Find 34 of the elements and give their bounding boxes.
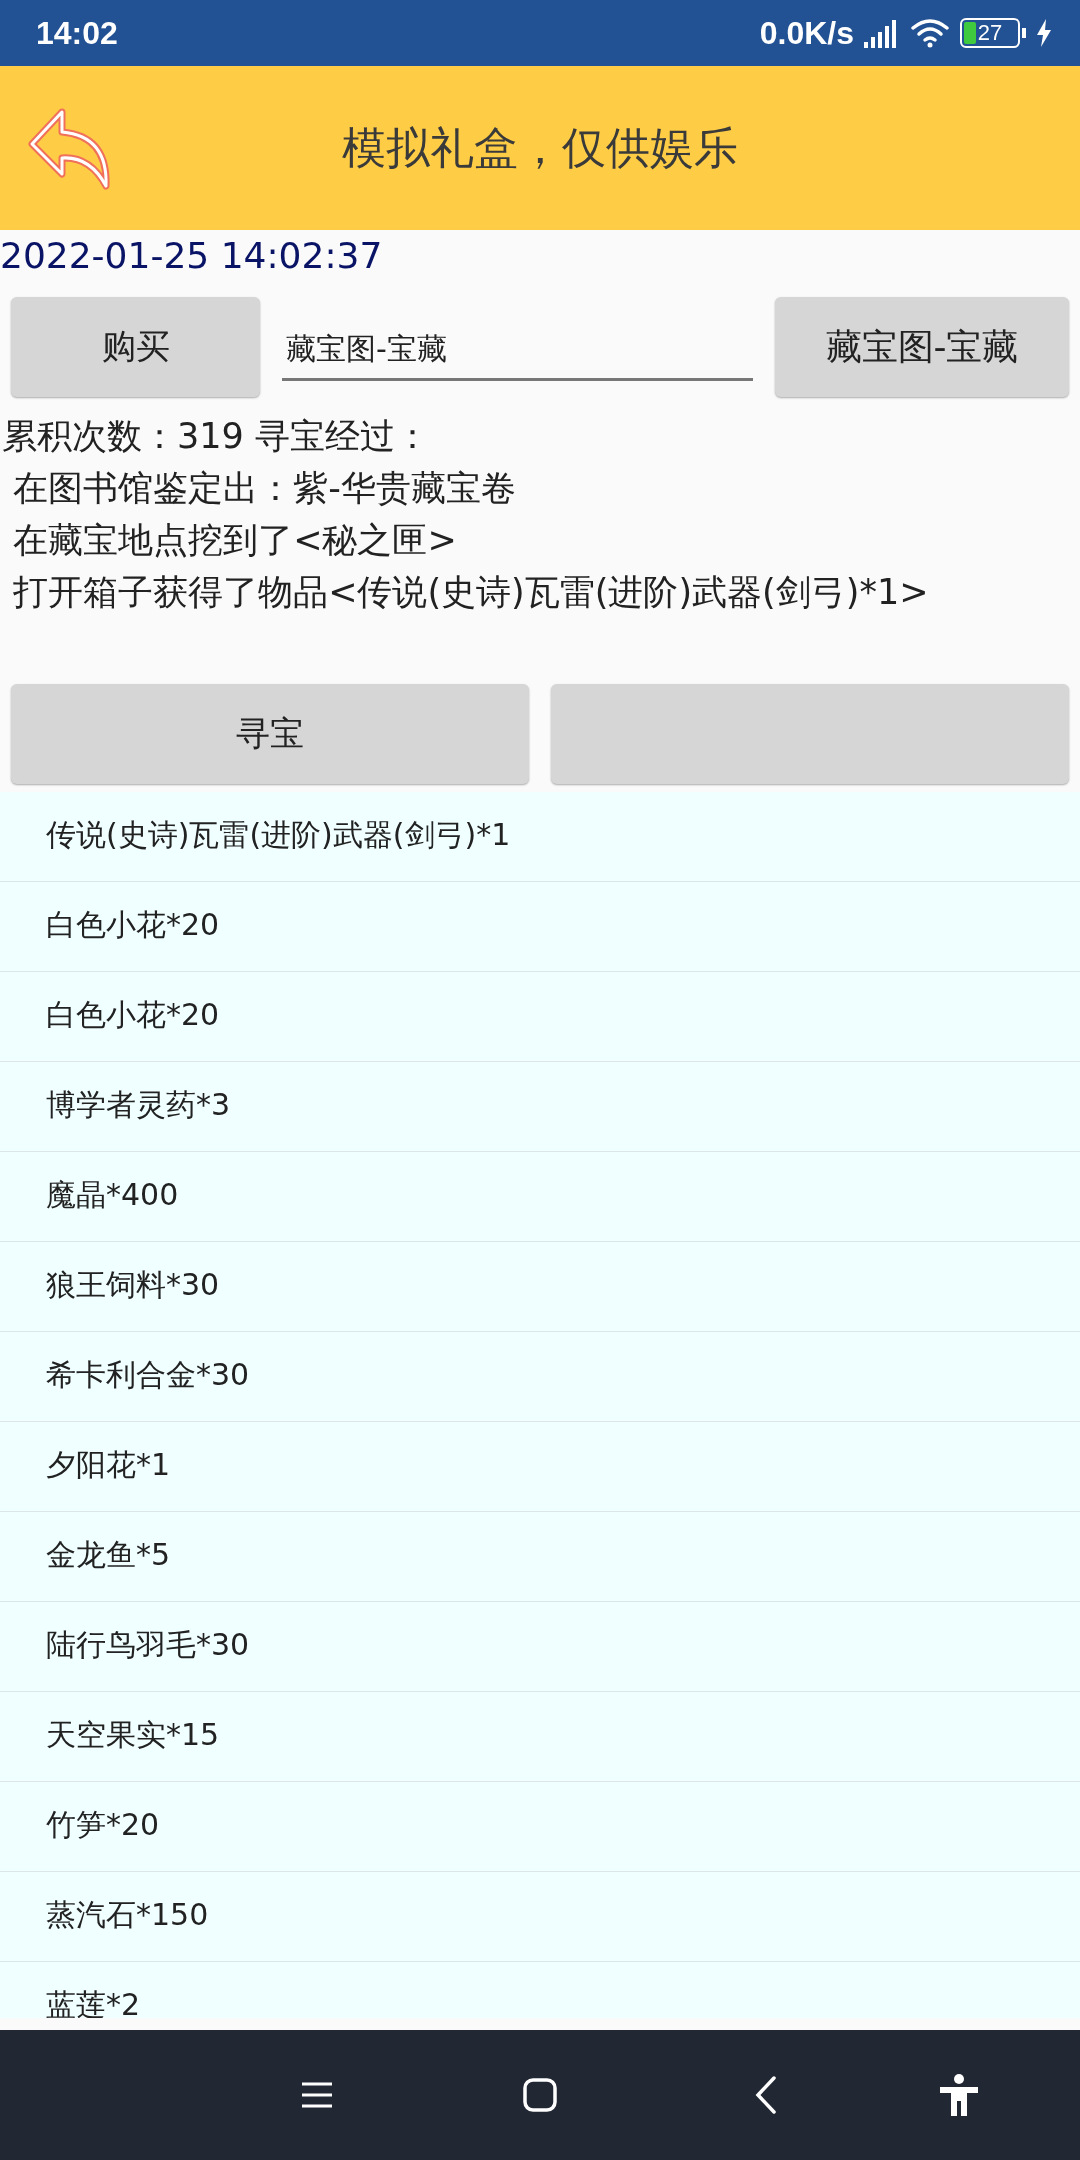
list-item[interactable]: 魔晶*400 [0, 1152, 1080, 1242]
battery-fill [964, 22, 976, 44]
list-item[interactable]: 蒸汽石*150 [0, 1872, 1080, 1962]
battery-level: 27 [977, 20, 1003, 46]
wifi-icon [910, 18, 950, 48]
menu-icon[interactable] [300, 2081, 334, 2109]
list-item[interactable]: 博学者灵药*3 [0, 1062, 1080, 1152]
timestamp: 2022-01-25 14:02:37 [0, 234, 384, 278]
accessibility-icon[interactable] [940, 2074, 978, 2116]
list-item[interactable]: 白色小花*20 [0, 882, 1080, 972]
list-item[interactable]: 竹笋*20 [0, 1782, 1080, 1872]
back-icon[interactable] [755, 2076, 777, 2114]
treasure-hunt-button[interactable]: 寻宝 [11, 684, 529, 784]
list-item[interactable]: 白色小花*20 [0, 972, 1080, 1062]
back-arrow-icon[interactable] [28, 106, 112, 190]
list-item[interactable]: 希卡利合金*30 [0, 1332, 1080, 1422]
list-item[interactable]: 狼王饲料*30 [0, 1242, 1080, 1332]
home-icon[interactable] [523, 2078, 557, 2112]
log-text: 累积次数：319 寻宝经过： [2, 415, 431, 458]
page-title: 模拟礼盒，仅供娱乐 [342, 120, 738, 175]
log-text: 在图书馆鉴定出：紫-华贵藏宝卷 [12, 467, 517, 510]
charging-icon [1036, 19, 1052, 47]
item-button[interactable]: 藏宝图-宝藏 [775, 297, 1069, 397]
network-speed: 0.0K/s [759, 14, 854, 52]
list-item[interactable]: 天空果实*15 [0, 1692, 1080, 1782]
clock-time: 14:02 [36, 14, 118, 52]
log-text: 在藏宝地点挖到了<秘之匣> [12, 519, 458, 562]
item-input-field[interactable]: 藏宝图-宝藏 [282, 321, 753, 381]
buy-button[interactable]: 购买 [11, 297, 260, 397]
log-text: 打开箱子获得了物品<传说(史诗)瓦雷(进阶)武器(剑弓)*1> [12, 571, 930, 614]
list-item[interactable]: 金龙鱼*5 [0, 1512, 1080, 1602]
list-item[interactable]: 夕阳花*1 [0, 1422, 1080, 1512]
list-item[interactable]: 陆行鸟羽毛*30 [0, 1602, 1080, 1692]
list-item[interactable]: 传说(史诗)瓦雷(进阶)武器(剑弓)*1 [0, 792, 1080, 882]
